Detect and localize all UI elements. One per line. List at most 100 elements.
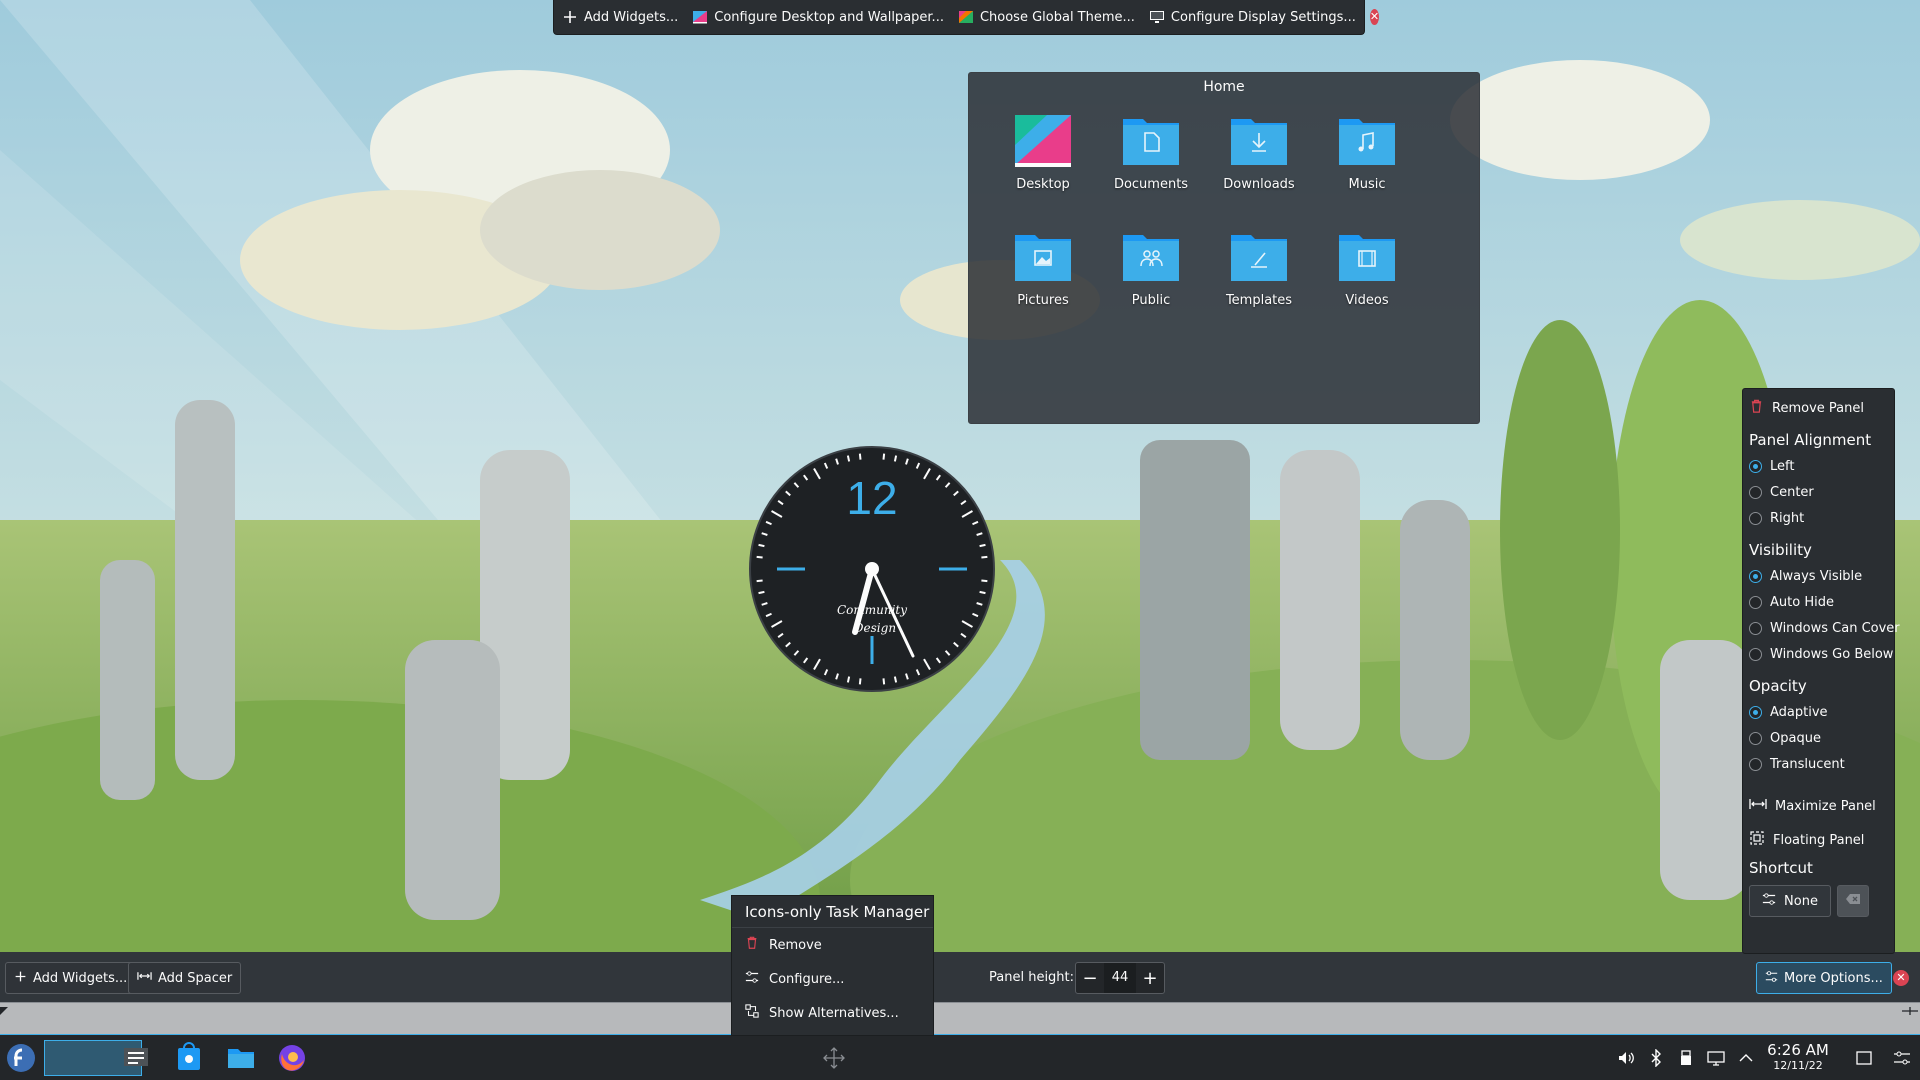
clock-time: 6:26 AM <box>1767 1041 1829 1059</box>
alignment-left-radio[interactable]: Left <box>1749 453 1888 479</box>
add-widgets-button[interactable]: Add Widgets... <box>562 9 678 25</box>
clock-tick <box>981 555 988 559</box>
panel-ruler[interactable] <box>0 1002 1920 1034</box>
folder-label: Public <box>1131 293 1171 308</box>
folder-public[interactable]: Public <box>1097 225 1205 341</box>
folder-view-title: Home <box>1203 79 1245 95</box>
bluetooth-icon[interactable] <box>1647 1049 1665 1067</box>
visibility-always-visible-radio[interactable]: Always Visible <box>1749 563 1888 589</box>
folder-pictures[interactable]: Pictures <box>989 225 1097 341</box>
remove-panel-label: Remove Panel <box>1772 400 1864 416</box>
shortcut-heading: Shortcut <box>1749 859 1813 877</box>
panel-add-widgets-label: Add Widgets... <box>33 970 128 986</box>
context-configure-label: Configure... <box>769 971 845 987</box>
visibility-heading: Visibility <box>1749 541 1812 559</box>
visibility-windows-can-cover-radio[interactable]: Windows Can Cover <box>1749 615 1900 641</box>
more-options-button[interactable]: More Options... <box>1756 962 1892 994</box>
clock-tick <box>882 678 886 685</box>
opacity-translucent-radio[interactable]: Translucent <box>1749 751 1888 777</box>
folder-desktop[interactable]: Desktop <box>989 109 1097 225</box>
alignment-center-radio[interactable]: Center <box>1749 479 1888 505</box>
chevron-up-icon[interactable] <box>1737 1049 1755 1067</box>
context-remove-item[interactable]: Remove <box>732 928 933 962</box>
digital-clock[interactable]: 6:26 AM 12/11/22 <box>1763 1041 1833 1072</box>
clock-date: 12/11/22 <box>1773 1059 1823 1072</box>
panel-height-spinbox[interactable]: − 44 + <box>1075 962 1165 994</box>
desktop-folder-icon <box>1015 115 1071 167</box>
choose-global-theme-button[interactable]: Choose Global Theme... <box>958 9 1135 25</box>
plus-icon <box>14 970 27 987</box>
volume-icon[interactable] <box>1617 1049 1635 1067</box>
folder-grid: Desktop Documents Downloads Music Pictur… <box>989 109 1421 341</box>
visibility-windows-go-below-radio[interactable]: Windows Go Below <box>1749 641 1893 667</box>
increase-height-button[interactable]: + <box>1136 968 1164 989</box>
opacity-option-label: Opaque <box>1770 730 1821 746</box>
decrease-height-button[interactable]: − <box>1076 968 1104 989</box>
clock-tick <box>979 543 986 548</box>
opacity-opaque-radio[interactable]: Opaque <box>1749 725 1888 751</box>
music-folder-icon <box>1339 119 1395 165</box>
configure-display-button[interactable]: Configure Display Settings... <box>1149 9 1356 25</box>
remove-panel-button[interactable]: Remove Panel <box>1749 395 1888 421</box>
discover-store-icon[interactable] <box>173 1042 205 1074</box>
close-edit-mode-icon[interactable]: ✕ <box>1369 9 1380 25</box>
clock-tick <box>758 543 765 548</box>
panel-options-menu: Remove Panel Panel Alignment Left Center… <box>1742 388 1900 954</box>
context-remove-label: Remove <box>769 937 822 953</box>
choose-global-theme-label: Choose Global Theme... <box>979 9 1135 25</box>
analog-clock-widget[interactable]: 12 Community Design <box>747 444 997 694</box>
firefox-icon[interactable] <box>276 1042 308 1074</box>
context-configure-item[interactable]: Configure... <box>732 962 933 996</box>
panel-configure-icon[interactable] <box>1893 1049 1911 1067</box>
downloads-folder-icon <box>1231 119 1287 165</box>
shortcut-row: None <box>1749 885 1888 917</box>
configure-sliders-icon <box>1765 970 1778 987</box>
radio-selected-icon <box>1749 569 1762 583</box>
radio-icon <box>1749 595 1762 609</box>
public-folder-icon <box>1123 235 1179 281</box>
alignment-right-radio[interactable]: Right <box>1749 505 1888 531</box>
maximize-panel-button[interactable]: Maximize Panel <box>1749 789 1888 823</box>
usb-drive-icon[interactable] <box>1677 1049 1695 1067</box>
task-manager-context-menu: Icons-only Task Manager Remove Configure… <box>731 895 934 1036</box>
file-manager-icon[interactable] <box>225 1042 257 1074</box>
folder-videos[interactable]: Videos <box>1313 225 1421 341</box>
fedora-launcher-icon[interactable] <box>5 1042 37 1074</box>
folder-label: Documents <box>1113 177 1189 192</box>
radio-icon <box>1749 647 1762 661</box>
panel-add-widgets-button[interactable]: Add Widgets... <box>5 962 137 994</box>
folder-templates[interactable]: Templates <box>1205 225 1313 341</box>
radio-icon <box>1749 731 1762 745</box>
network-wired-icon[interactable] <box>1707 1049 1725 1067</box>
palette-icon <box>958 9 974 25</box>
floating-panel-button[interactable]: Floating Panel <box>1749 823 1888 857</box>
clock-tick <box>758 590 765 595</box>
shortcut-none-button[interactable]: None <box>1749 885 1831 917</box>
folder-music[interactable]: Music <box>1313 109 1421 225</box>
context-show-alternatives-item[interactable]: Show Alternatives... <box>732 996 933 1030</box>
visibility-auto-hide-radio[interactable]: Auto Hide <box>1749 589 1888 615</box>
show-desktop-icon[interactable] <box>1855 1049 1873 1067</box>
move-panel-handle-icon[interactable] <box>823 1047 845 1069</box>
floating-panel-icon <box>1749 830 1765 850</box>
folder-downloads[interactable]: Downloads <box>1205 109 1313 225</box>
switch-alternatives-icon <box>745 1004 759 1022</box>
clock-tick <box>756 555 763 559</box>
close-panel-edit-icon[interactable]: ✕ <box>1893 970 1909 986</box>
opacity-option-label: Adaptive <box>1770 704 1828 720</box>
visibility-option-label: Auto Hide <box>1770 594 1834 610</box>
clock-twelve-label: 12 <box>846 472 897 524</box>
documents-folder-icon <box>1123 119 1179 165</box>
visibility-option-label: Always Visible <box>1770 568 1863 584</box>
trash-icon <box>1749 399 1764 418</box>
folder-label: Downloads <box>1223 177 1295 192</box>
configure-desktop-button[interactable]: Configure Desktop and Wallpaper... <box>692 9 944 25</box>
opacity-adaptive-radio[interactable]: Adaptive <box>1749 699 1888 725</box>
shortcut-value: None <box>1784 893 1818 909</box>
clear-shortcut-button[interactable] <box>1837 885 1869 917</box>
add-spacer-button[interactable]: Add Spacer <box>128 962 242 994</box>
clock-tick <box>846 676 851 683</box>
panel-height-value[interactable]: 44 <box>1104 963 1136 993</box>
system-settings-icon[interactable] <box>120 1042 152 1074</box>
folder-documents[interactable]: Documents <box>1097 109 1205 225</box>
